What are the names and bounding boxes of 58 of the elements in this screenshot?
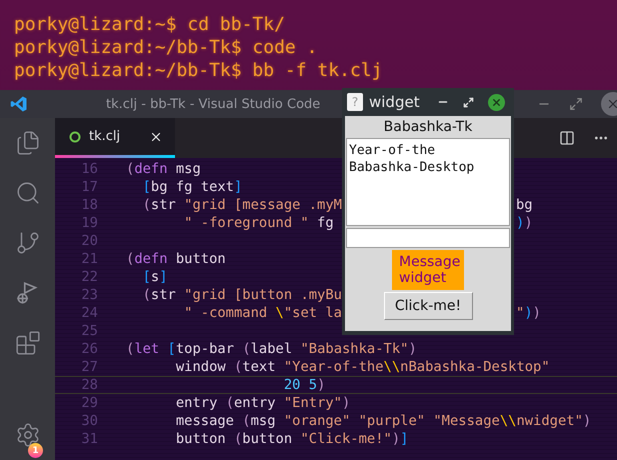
text-area[interactable]: Year-of-the Babashka-Desktop [346,138,510,226]
app-icon: ? [347,93,363,111]
terminal-line: porky@lizard:~$ cd bb-Tk/ [14,15,286,34]
code-line: " -foreground " fg [183,215,335,231]
close-button[interactable] [488,94,505,110]
code-line: (str "grid [button .myBu [142,287,342,303]
code-line: " -command \"set la [183,305,342,321]
editor-tab[interactable]: tk.clj [55,118,175,158]
clojure-file-icon [69,130,81,142]
split-editor-icon[interactable] [559,130,575,146]
line-number: 30 [80,413,98,429]
line-number: 23 [80,287,98,303]
code-line: (defn msg [126,161,201,177]
line-number: 31 [80,431,98,447]
code-line: entry (entry "Entry") [174,395,350,411]
code-line: 20 5) [282,377,326,393]
line-number: 17 [80,179,98,195]
code-line: ")) [516,305,541,321]
code-line: window (text "Year-of-the\\nBabashka-Desktop" [174,359,550,375]
terminal-line: porky@lizard:~/bb-Tk$ code . [14,38,318,57]
vscode-logo-icon [10,95,28,113]
code-line: button (button "Click-me!")] [174,431,408,447]
line-number: 20 [80,233,98,249]
code-line: [s] [142,269,168,285]
label-text: Babashka-Tk [382,118,474,137]
source-control-icon[interactable] [14,230,40,256]
code-line: (let [top-bar (label "Babashka-Tk") [126,341,417,357]
line-number: 26 [80,341,98,357]
notification-badge: 1 [28,443,43,458]
code-line: [bg fg text] [142,179,242,195]
line-number: 25 [80,323,98,339]
files-icon[interactable] [14,130,40,156]
settings-icon[interactable] [14,422,40,448]
code-line: bg [516,197,533,213]
line-number: 27 [80,359,98,375]
terminal-line: porky@lizard:~/bb-Tk$ bb -f tk.clj [14,61,384,80]
line-number: 19 [80,215,98,231]
line-number: 29 [80,395,98,411]
close-icon [491,96,502,108]
line-number: 28 [80,377,98,393]
code-line: (defn button [126,251,226,267]
message-text: Message widget [392,250,464,290]
code-line: message (msg "orange" "purple" "Message\\nwidget") [174,413,592,429]
window-title: tk.clj - bb-Tk - Visual Studio Code [106,96,320,112]
code-line: )) [516,215,533,231]
line-number: 18 [80,197,98,213]
extensions-icon[interactable] [14,330,40,356]
line-number: 24 [80,305,98,321]
maximize-icon[interactable] [463,96,474,108]
widget-title: widget [369,93,420,111]
click-me-button[interactable]: Click-me! [384,292,472,320]
entry-field[interactable] [346,228,510,248]
code-line: (str "grid [message .myM [142,197,342,213]
line-number: 22 [80,269,98,285]
search-icon[interactable] [14,180,40,206]
close-icon [606,97,617,111]
line-number: 16 [80,161,98,177]
line-number: 21 [80,251,98,267]
